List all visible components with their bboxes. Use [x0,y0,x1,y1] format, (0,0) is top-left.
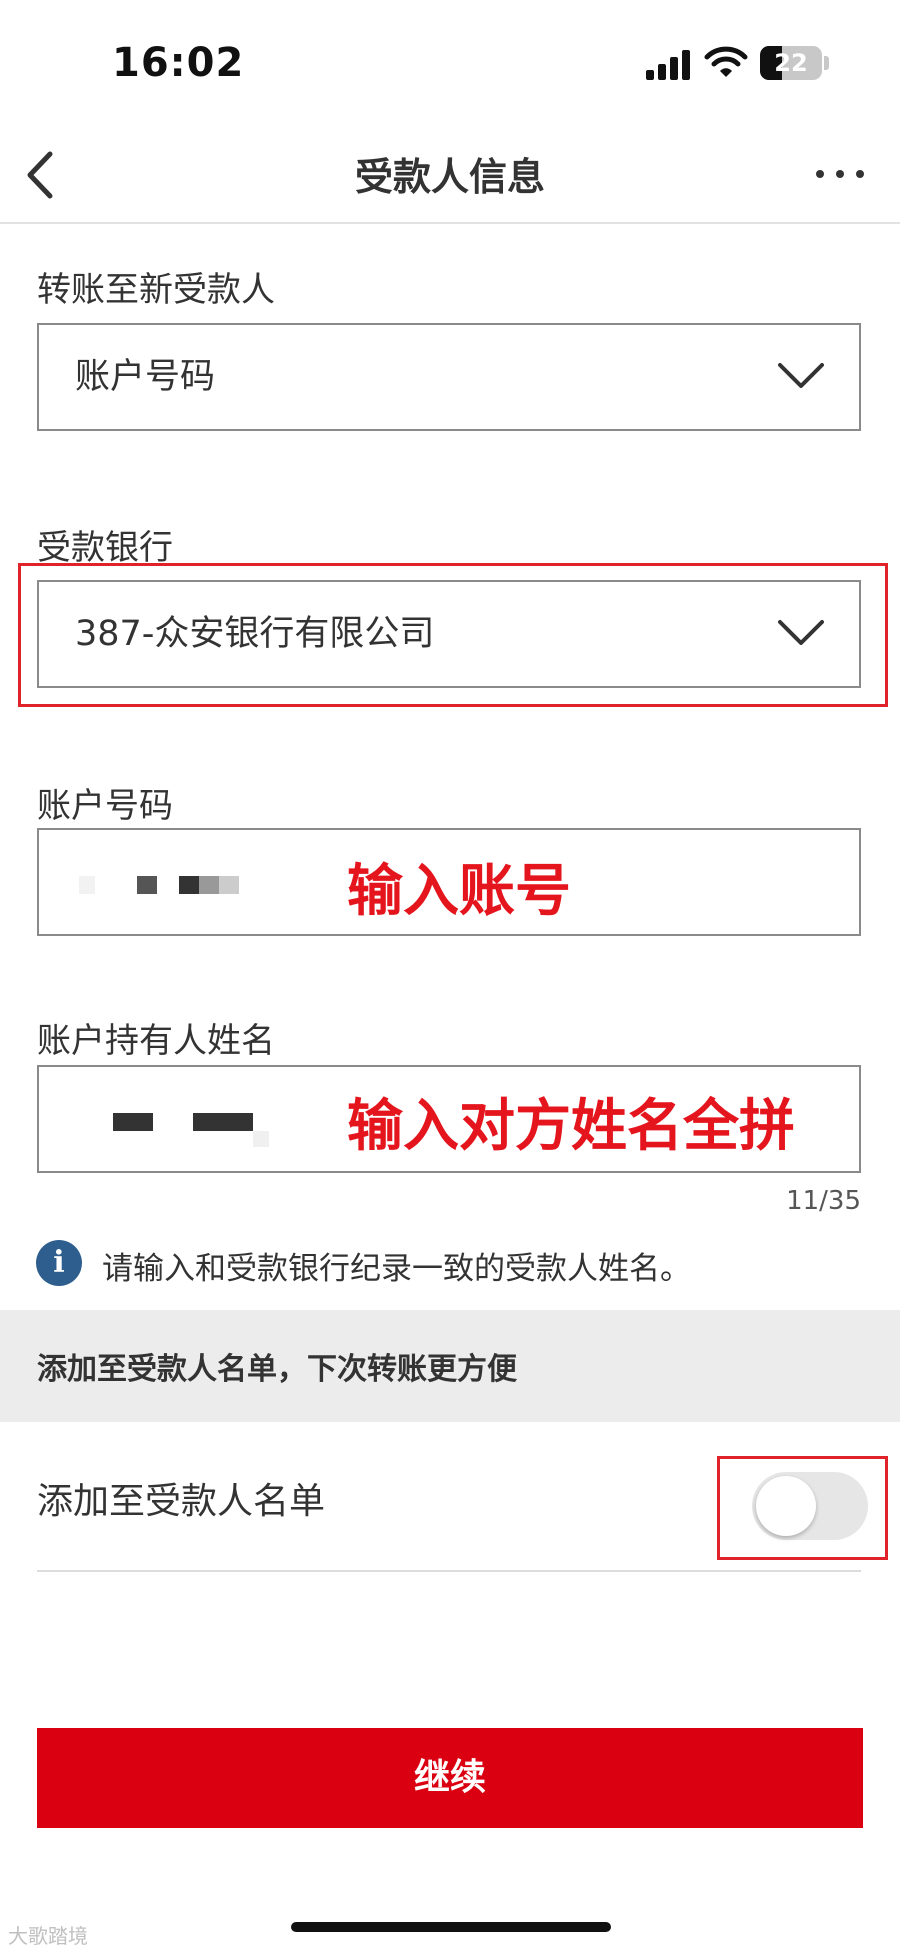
favorites-section-title: 添加至受款人名单，下次转账更方便 [37,1352,517,1387]
add-to-payee-list-toggle[interactable] [752,1472,868,1540]
holder-name-counter: 11/35 [786,1186,861,1216]
account-number-label: 账户号码 [37,786,173,826]
bank-label: 受款银行 [37,528,173,568]
battery-level: 22 [774,49,808,77]
transfer-type-label: 转账至新受款人 [37,270,275,310]
header-divider [0,222,900,224]
favorites-section-header: 添加至受款人名单，下次转账更方便 [0,1310,900,1422]
more-icon[interactable] [810,150,870,194]
holder-name-input[interactable]: 输入对方姓名全拼 [37,1065,861,1173]
wifi-icon [704,44,748,80]
home-indicator[interactable] [291,1922,611,1932]
info-text: 请输入和受款银行纪录一致的受款人姓名。 [102,1251,691,1287]
watermark-logo: 大歌踏境 [8,1924,88,1948]
page-title: 受款人信息 [354,155,545,199]
continue-button[interactable]: 继续 [37,1728,863,1828]
transfer-type-select[interactable]: 账户号码 [37,323,861,431]
transfer-type-value: 账户号码 [75,357,216,397]
battery-cap [824,56,829,70]
bank-select[interactable]: 387-众安银行有限公司 [37,580,861,688]
info-icon: i [36,1240,82,1286]
chevron-down-icon [778,363,824,388]
account-annotation: 输入账号 [347,858,571,924]
battery-icon: 22 [760,46,822,80]
bank-value: 387-众安银行有限公司 [75,614,435,654]
signal-icon [646,50,692,80]
status-time: 16:02 [112,40,245,86]
toggle-knob [756,1476,816,1536]
holder-name-label: 账户持有人姓名 [37,1021,275,1061]
holder-annotation: 输入对方姓名全拼 [347,1093,795,1159]
row-divider [37,1570,861,1572]
chevron-down-icon [778,620,824,645]
add-to-payee-list-label: 添加至受款人名单 [37,1481,326,1522]
account-number-input[interactable]: 输入账号 [37,828,861,936]
